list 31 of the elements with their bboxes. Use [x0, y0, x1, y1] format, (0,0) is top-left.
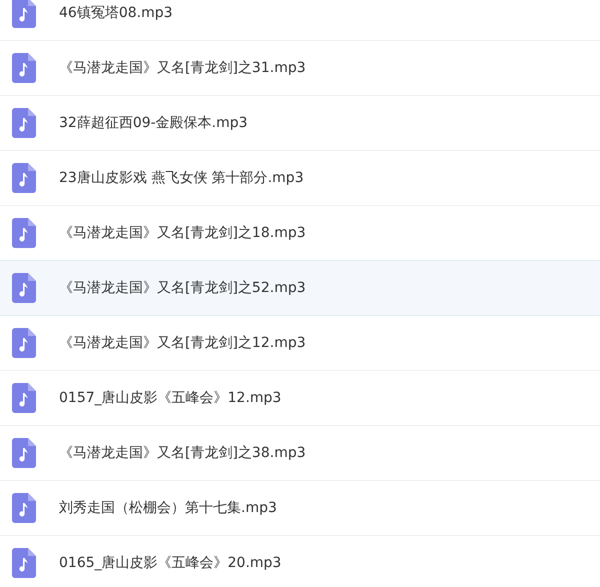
music-file-icon — [12, 273, 36, 303]
file-name: 0165_唐山皮影《五峰会》20.mp3 — [59, 554, 282, 572]
file-name: 0157_唐山皮影《五峰会》12.mp3 — [59, 389, 282, 407]
file-name: 23唐山皮影戏 燕飞女侠 第十部分.mp3 — [59, 169, 304, 187]
file-row[interactable]: 《马潜龙走国》又名[青龙剑]之31.mp3 — [0, 41, 600, 96]
music-file-icon — [12, 493, 36, 523]
file-row[interactable]: 46镇冤塔08.mp3 — [0, 0, 600, 41]
file-name: 《马潜龙走国》又名[青龙剑]之18.mp3 — [59, 224, 306, 242]
music-file-icon — [12, 328, 36, 358]
file-row[interactable]: 《马潜龙走国》又名[青龙剑]之38.mp3 — [0, 426, 600, 481]
music-file-icon — [12, 108, 36, 138]
file-name: 《马潜龙走国》又名[青龙剑]之38.mp3 — [59, 444, 306, 462]
file-row[interactable]: 0165_唐山皮影《五峰会》20.mp3 — [0, 536, 600, 587]
music-file-icon — [12, 163, 36, 193]
file-row[interactable]: 0157_唐山皮影《五峰会》12.mp3 — [0, 371, 600, 426]
file-name: 刘秀走国（松棚会）第十七集.mp3 — [59, 499, 277, 517]
music-file-icon — [12, 548, 36, 578]
music-file-icon — [12, 383, 36, 413]
file-row[interactable]: 32薛超征西09-金殿保本.mp3 — [0, 96, 600, 151]
file-row[interactable]: 23唐山皮影戏 燕飞女侠 第十部分.mp3 — [0, 151, 600, 206]
file-row[interactable]: 《马潜龙走国》又名[青龙剑]之52.mp3 — [0, 260, 600, 316]
file-row[interactable]: 《马潜龙走国》又名[青龙剑]之12.mp3 — [0, 316, 600, 371]
file-name: 《马潜龙走国》又名[青龙剑]之12.mp3 — [59, 334, 306, 352]
file-name: 《马潜龙走国》又名[青龙剑]之31.mp3 — [59, 59, 306, 77]
file-name: 46镇冤塔08.mp3 — [59, 4, 173, 22]
file-name: 32薛超征西09-金殿保本.mp3 — [59, 114, 248, 132]
file-row[interactable]: 刘秀走国（松棚会）第十七集.mp3 — [0, 481, 600, 536]
music-file-icon — [12, 218, 36, 248]
file-name: 《马潜龙走国》又名[青龙剑]之52.mp3 — [59, 279, 306, 297]
music-file-icon — [12, 438, 36, 468]
music-file-icon — [12, 53, 36, 83]
